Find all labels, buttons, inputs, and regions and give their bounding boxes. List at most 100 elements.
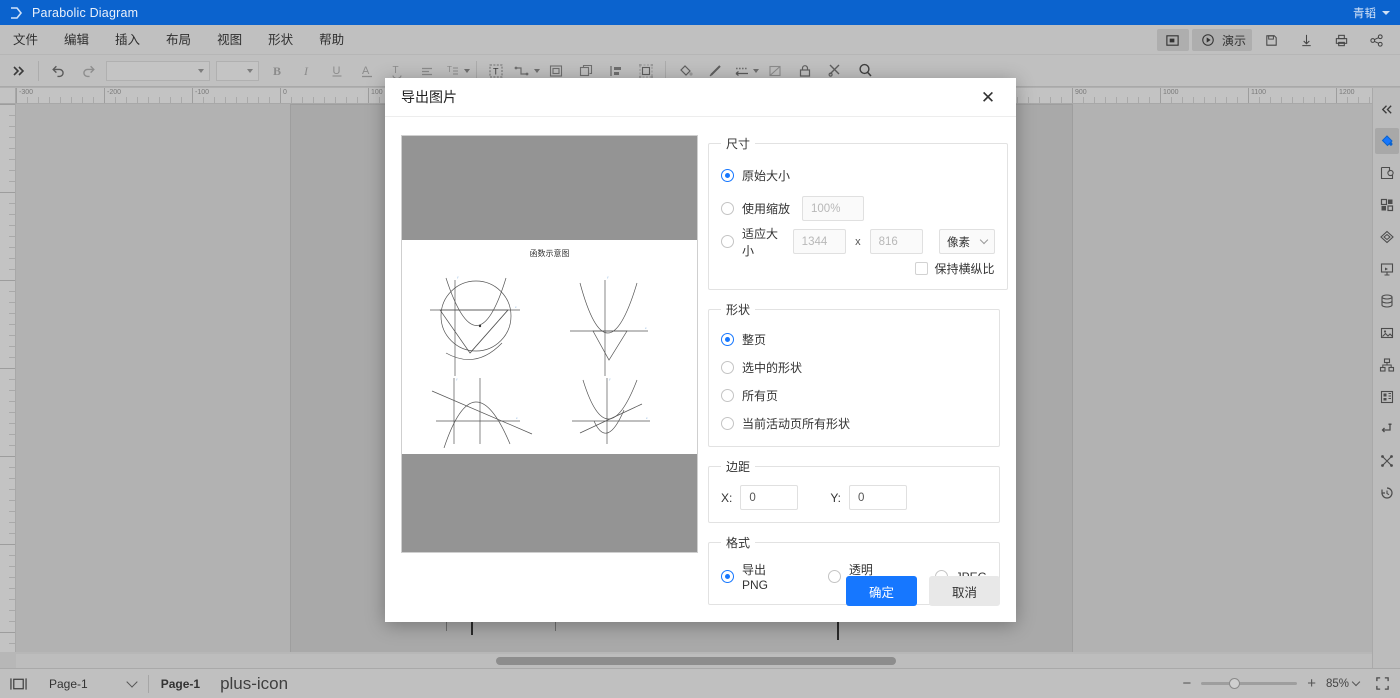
dialog-header: 导出图片 ✕ — [385, 78, 1016, 117]
shape-option-selected[interactable]: 选中的形状 — [721, 356, 987, 378]
font-family-select[interactable] — [106, 60, 210, 81]
shape-option-all-pages[interactable]: 所有页 — [721, 384, 987, 406]
layers-icon[interactable] — [1375, 224, 1399, 250]
height-input[interactable]: 816 — [869, 229, 924, 254]
page-selector[interactable]: Page-1 — [49, 675, 138, 691]
history-icon[interactable] — [1375, 480, 1399, 506]
ruler-tick — [9, 599, 15, 600]
zoom-out-button[interactable]: − — [1182, 675, 1191, 692]
expand-chevrons-icon[interactable] — [4, 56, 34, 86]
zoom-in-button[interactable]: + — [1307, 675, 1316, 692]
slideshow-button[interactable]: 演示 — [1191, 29, 1252, 51]
scale-input[interactable]: 100% — [802, 196, 865, 221]
ruler-tick — [1017, 97, 1018, 103]
menu-item-edit[interactable]: 编辑 — [51, 25, 102, 55]
connector-icon[interactable] — [1375, 416, 1399, 442]
edit-shape-icon[interactable] — [1375, 160, 1399, 186]
ruler-tick — [9, 423, 15, 424]
aspect-ratio-checkbox[interactable] — [914, 262, 928, 275]
menu-item-insert[interactable]: 插入 — [102, 25, 153, 55]
chevron-down-icon — [533, 68, 540, 73]
page-tab-current[interactable]: Page-1 — [161, 677, 200, 691]
template-icon[interactable] — [1375, 384, 1399, 410]
ruler-tick — [1193, 97, 1194, 103]
radio-use-scale[interactable] — [721, 202, 734, 215]
ruler-tick — [247, 97, 248, 103]
ruler-tick — [1314, 97, 1315, 103]
size-option-scale[interactable]: 使用缩放 100% — [721, 195, 995, 222]
share-button[interactable] — [1360, 29, 1392, 51]
font-color-icon[interactable]: A — [352, 56, 382, 86]
ruler-tick — [9, 291, 15, 292]
margin-x-input[interactable]: 0 — [740, 485, 799, 510]
zoom-slider-knob[interactable] — [1229, 678, 1241, 689]
unit-select[interactable]: 像素 — [939, 229, 995, 254]
titlebar-user-menu[interactable]: 青韬 — [1353, 0, 1390, 25]
add-page-icon[interactable]: plus-icon — [220, 675, 288, 692]
present-mode-button[interactable] — [1156, 29, 1189, 51]
ruler-tick — [9, 214, 15, 215]
fullscreen-icon[interactable] — [1375, 676, 1390, 691]
download-button[interactable] — [1290, 29, 1322, 51]
undo-icon[interactable] — [43, 56, 73, 86]
zoom-level-selector[interactable]: 85% — [1326, 677, 1361, 690]
radio-all-pages[interactable] — [721, 388, 734, 402]
save-icon — [1261, 29, 1281, 51]
menu-item-shape[interactable]: 形状 — [255, 25, 306, 55]
svg-text:y: y — [607, 275, 609, 279]
horizontal-scrollbar[interactable] — [16, 654, 1384, 668]
radio-active-page-shapes[interactable] — [721, 416, 734, 430]
cancel-button[interactable]: 取消 — [929, 576, 1000, 606]
aspect-ratio-row[interactable]: 保持横纵比 — [721, 260, 995, 277]
shape-option-whole-page[interactable]: 整页 — [721, 328, 987, 350]
ruler-tick — [203, 97, 204, 103]
menu-item-layout[interactable]: 布局 — [153, 25, 204, 55]
save-button[interactable] — [1255, 29, 1287, 51]
width-input[interactable]: 1344 — [792, 229, 847, 254]
collapse-panel-icon[interactable] — [1375, 96, 1399, 122]
radio-selected-shapes[interactable] — [721, 360, 734, 374]
menu-item-file[interactable]: 文件 — [0, 25, 51, 55]
italic-icon[interactable]: I — [292, 56, 322, 86]
size-option-fit[interactable]: 适应大小 1344 x 816 像素 — [721, 227, 995, 258]
ruler-tick — [1204, 97, 1205, 103]
redo-icon[interactable] — [73, 56, 103, 86]
bold-icon[interactable]: B — [262, 56, 292, 86]
database-icon[interactable] — [1375, 288, 1399, 314]
ruler-tick — [1116, 97, 1117, 103]
scatter-icon[interactable] — [1375, 448, 1399, 474]
share-icon — [1366, 29, 1386, 51]
shape-option-active-page-shapes[interactable]: 当前活动页所有形状 — [721, 412, 987, 434]
radio-whole-page[interactable] — [721, 332, 734, 346]
zoom-slider[interactable] — [1201, 678, 1298, 689]
image-icon[interactable] — [1375, 320, 1399, 346]
ruler-tick — [214, 97, 215, 103]
margin-y-input[interactable]: 0 — [849, 485, 908, 510]
svg-text:B: B — [273, 64, 281, 78]
ruler-label: -300 — [19, 89, 34, 96]
size-option-original[interactable]: 原始大小 — [721, 162, 995, 189]
svg-text:A: A — [362, 65, 370, 77]
label-selected-shapes: 选中的形状 — [742, 360, 803, 375]
radio-original-size[interactable] — [721, 169, 734, 182]
menu-item-view[interactable]: 视图 — [204, 25, 255, 55]
margin-y-label: Y: — [830, 490, 842, 505]
radio-fit-size[interactable] — [721, 235, 734, 248]
scrollbar-thumb[interactable] — [496, 657, 896, 665]
label-active-page-shapes: 当前活动页所有形状 — [742, 416, 851, 431]
menu-item-help[interactable]: 帮助 — [306, 25, 357, 55]
format-fill-icon[interactable] — [1374, 128, 1399, 154]
ruler-tick — [192, 88, 193, 103]
shapes-grid-icon[interactable] — [1375, 192, 1399, 218]
underline-icon[interactable]: U — [322, 56, 352, 86]
close-icon[interactable]: ✕ — [976, 85, 1000, 109]
user-name: 青韬 — [1353, 7, 1376, 20]
presentation-icon[interactable] — [1375, 256, 1399, 282]
page-view-icon[interactable] — [10, 677, 27, 691]
ruler-tick — [82, 97, 83, 103]
font-size-select[interactable] — [216, 60, 259, 81]
confirm-button[interactable]: 确定 — [846, 576, 917, 606]
ruler-tick — [258, 97, 259, 103]
org-chart-icon[interactable] — [1375, 352, 1399, 378]
print-button[interactable] — [1325, 29, 1357, 51]
